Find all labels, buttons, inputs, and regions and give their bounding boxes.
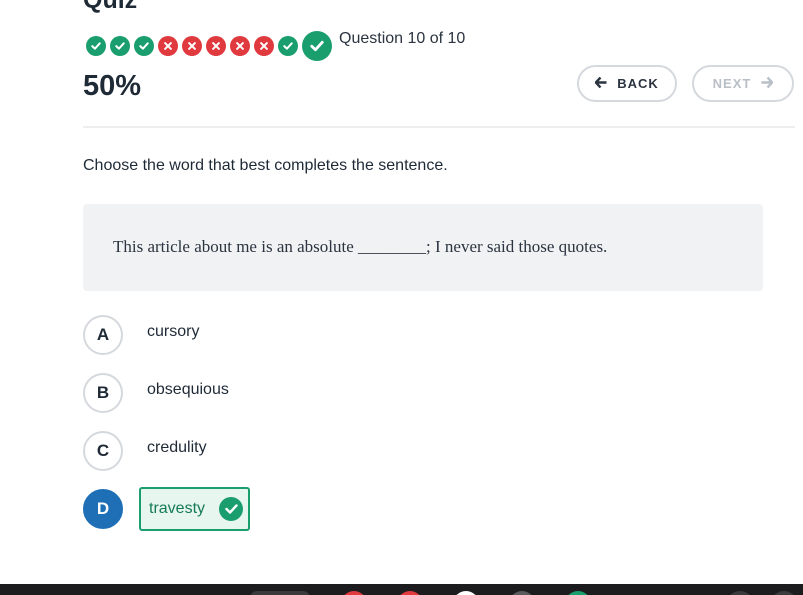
arrow-right-icon (761, 76, 774, 91)
option-a[interactable]: A cursory (83, 315, 199, 355)
taskbar-app-icon[interactable] (565, 591, 591, 595)
progress-indicator (86, 31, 332, 61)
option-letter: B (83, 373, 123, 413)
sentence-box: This article about me is an absolute ___… (83, 204, 763, 291)
x-circle-icon (254, 36, 274, 56)
option-text: cursory (147, 323, 200, 340)
x-circle-icon (230, 36, 250, 56)
correct-answer-box[interactable]: travesty (139, 487, 250, 531)
option-d[interactable]: D travesty (83, 487, 250, 531)
option-text: credulity (147, 439, 207, 456)
question-counter: Question 10 of 10 (339, 30, 466, 47)
option-letter: C (83, 431, 123, 471)
score-percentage: 50% (83, 70, 142, 102)
back-button[interactable]: BACK (577, 65, 677, 102)
taskbar-app-icon[interactable] (453, 591, 479, 595)
check-circle-icon (86, 36, 106, 56)
option-c[interactable]: C credulity (83, 431, 207, 471)
check-circle-icon (302, 31, 332, 61)
taskbar-app-icon[interactable] (397, 591, 423, 595)
divider (83, 126, 795, 128)
option-b[interactable]: B obsequious (83, 373, 229, 413)
taskbar-app-icon[interactable] (341, 591, 367, 595)
taskbar (0, 584, 803, 595)
taskbar-tray-icon[interactable] (770, 591, 798, 595)
check-circle-icon (134, 36, 154, 56)
taskbar-app-icon[interactable] (509, 591, 535, 595)
check-circle-icon (278, 36, 298, 56)
option-letter: D (83, 489, 123, 529)
arrow-left-icon (594, 76, 607, 91)
option-text: travesty (149, 500, 206, 517)
check-circle-icon (110, 36, 130, 56)
next-button[interactable]: NEXT (692, 65, 794, 102)
next-label: NEXT (712, 76, 752, 91)
x-circle-icon (206, 36, 226, 56)
taskbar-tray-icon[interactable] (726, 591, 754, 595)
question-instruction: Choose the word that best completes the … (83, 157, 448, 174)
x-circle-icon (182, 36, 202, 56)
back-label: BACK (617, 76, 659, 91)
quiz-title: Quiz (83, 0, 138, 14)
taskbar-pill[interactable] (250, 591, 310, 595)
option-text: obsequious (147, 381, 229, 398)
question-sentence: This article about me is an absolute ___… (113, 237, 608, 256)
option-letter: A (83, 315, 123, 355)
x-circle-icon (158, 36, 178, 56)
check-circle-icon (219, 497, 244, 521)
